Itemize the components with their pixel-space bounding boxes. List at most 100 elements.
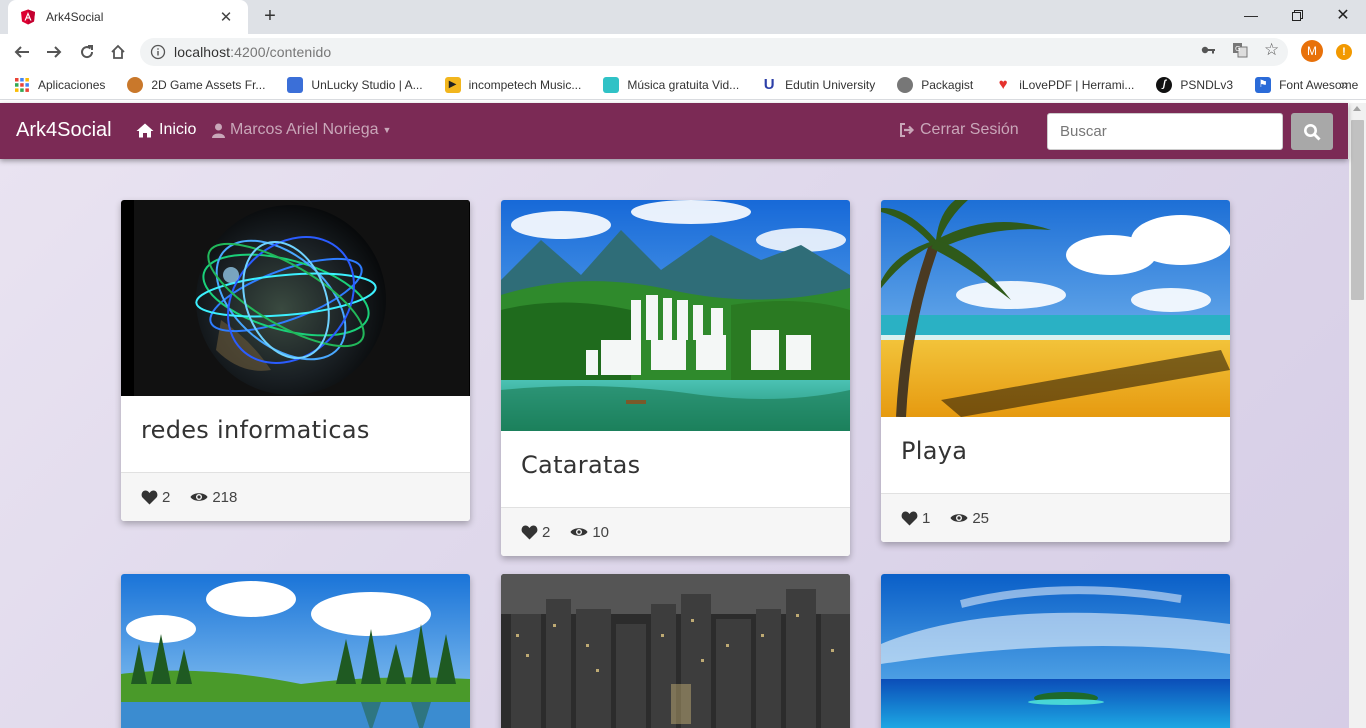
heart-icon bbox=[521, 525, 538, 539]
new-tab-icon[interactable]: + bbox=[258, 4, 282, 28]
back-icon[interactable] bbox=[10, 40, 34, 64]
post-image-waterfalls bbox=[501, 200, 850, 431]
post-footer: 1 25 bbox=[881, 493, 1230, 542]
post-card[interactable]: Playa 1 25 bbox=[881, 200, 1230, 542]
bookmark-label: UnLucky Studio | A... bbox=[311, 77, 423, 92]
star-icon[interactable]: ☆ bbox=[1264, 40, 1279, 60]
post-image-city-night bbox=[501, 574, 850, 728]
post-body: redes informaticas bbox=[121, 396, 470, 472]
post-body: Cataratas bbox=[501, 431, 850, 507]
bookmark-label: iLovePDF | Herrami... bbox=[1019, 77, 1135, 92]
scroll-up-icon[interactable] bbox=[1353, 106, 1361, 111]
views-stat: 218 bbox=[190, 489, 237, 506]
close-window-icon[interactable]: ✕ bbox=[1320, 0, 1366, 30]
symfony-icon: ʃ bbox=[1156, 76, 1173, 93]
page-scrollbar[interactable] bbox=[1349, 103, 1366, 728]
key-icon[interactable] bbox=[1200, 42, 1216, 61]
post-image-tropical-island bbox=[881, 574, 1230, 728]
sign-out-icon bbox=[900, 123, 915, 137]
post-title[interactable]: redes informaticas bbox=[141, 416, 450, 444]
likes-count: 2 bbox=[542, 523, 551, 541]
translate-icon[interactable]: G bbox=[1232, 42, 1248, 61]
post-body: Playa bbox=[881, 417, 1230, 493]
bookmark-item[interactable]: Música gratuita Vid... bbox=[603, 76, 740, 93]
bookmark-item[interactable]: Packagist bbox=[897, 76, 973, 93]
bookmark-item[interactable]: ♥ iLovePDF | Herrami... bbox=[995, 76, 1135, 93]
bookmark-item[interactable]: UnLucky Studio | A... bbox=[287, 76, 423, 93]
bookmark-item[interactable]: Aplicaciones bbox=[14, 77, 105, 93]
close-tab-icon[interactable]: ✕ bbox=[216, 8, 236, 26]
likes-stat[interactable]: 2 bbox=[141, 489, 170, 506]
play-icon: ▶ bbox=[444, 76, 461, 93]
profile-avatar[interactable]: M bbox=[1301, 40, 1323, 62]
views-stat: 25 bbox=[950, 510, 989, 527]
edutin-icon: U bbox=[763, 76, 775, 93]
bookmark-label: Edutin University bbox=[785, 77, 876, 92]
apps-grid-icon bbox=[15, 77, 29, 92]
restore-icon[interactable] bbox=[1274, 0, 1320, 30]
post-image-lake-forest bbox=[121, 574, 470, 728]
views-count: 218 bbox=[212, 488, 238, 506]
post-card[interactable] bbox=[501, 574, 850, 728]
likes-count: 1 bbox=[922, 509, 931, 527]
heart-icon bbox=[901, 511, 918, 525]
home-icon[interactable] bbox=[106, 40, 130, 64]
search-button[interactable] bbox=[1291, 113, 1333, 150]
scroll-thumb[interactable] bbox=[1351, 120, 1364, 300]
url-text: localhost:4200/contenido bbox=[174, 44, 332, 60]
reload-icon[interactable] bbox=[75, 40, 99, 64]
update-icon[interactable]: ! bbox=[1336, 44, 1352, 60]
unlucky-studio-icon bbox=[287, 76, 304, 93]
nav-logout[interactable]: Cerrar Sesión bbox=[899, 121, 1019, 139]
nav-home[interactable]: Inicio bbox=[136, 121, 196, 139]
bookmark-item[interactable]: ʃ PSNDLv3 bbox=[1156, 76, 1234, 93]
post-image-beach bbox=[881, 200, 1230, 417]
packagist-icon bbox=[897, 76, 914, 93]
bookmark-item[interactable]: 2D Game Assets Fr... bbox=[127, 76, 265, 93]
app-navbar: Ark4Social Inicio Marcos Ariel Noriega ▼… bbox=[0, 103, 1348, 159]
user-icon bbox=[212, 123, 225, 138]
views-stat: 10 bbox=[570, 524, 609, 541]
likes-stat[interactable]: 1 bbox=[901, 510, 930, 527]
nav-user-dropdown[interactable]: Marcos Ariel Noriega ▼ bbox=[212, 121, 391, 139]
music-icon bbox=[603, 76, 620, 93]
bookmark-item[interactable]: U Edutin University bbox=[761, 76, 876, 93]
info-icon[interactable] bbox=[150, 44, 166, 60]
post-card[interactable]: redes informaticas 2 218 bbox=[121, 200, 470, 521]
forward-icon[interactable] bbox=[42, 40, 66, 64]
nav-home-label: Inicio bbox=[159, 121, 197, 138]
post-title[interactable]: Cataratas bbox=[521, 451, 830, 479]
flag-icon: ⚑ bbox=[1255, 76, 1272, 93]
bookmark-label: Aplicaciones bbox=[38, 77, 106, 92]
views-count: 25 bbox=[972, 509, 990, 527]
views-count: 10 bbox=[592, 523, 610, 541]
bookmark-label: PSNDLv3 bbox=[1180, 77, 1234, 92]
browser-toolbar: localhost:4200/contenido G ☆ M ! bbox=[0, 34, 1366, 70]
brand[interactable]: Ark4Social bbox=[16, 119, 112, 142]
minimize-icon[interactable]: — bbox=[1228, 0, 1274, 30]
content-area: redes informaticas 2 218 Cataratas 2 10 … bbox=[0, 159, 1349, 728]
caret-down-icon: ▼ bbox=[382, 125, 392, 135]
post-card[interactable] bbox=[121, 574, 470, 728]
nav-logout-label: Cerrar Sesión bbox=[920, 121, 1019, 138]
address-bar[interactable]: localhost:4200/contenido G ☆ bbox=[140, 38, 1288, 66]
likes-stat[interactable]: 2 bbox=[521, 524, 550, 541]
bookmark-item[interactable]: ▶ incompetech Music... bbox=[444, 76, 582, 93]
browser-tab[interactable]: Ark4Social ✕ bbox=[8, 0, 248, 34]
post-footer: 2 218 bbox=[121, 472, 470, 521]
bookmarks-bar: Aplicaciones 2D Game Assets Fr... UnLuck… bbox=[0, 70, 1366, 100]
post-title[interactable]: Playa bbox=[901, 437, 1210, 465]
ilovepdf-icon: ♥ bbox=[998, 76, 1008, 93]
angular-icon bbox=[21, 9, 35, 25]
heart-icon bbox=[141, 490, 158, 504]
eye-icon bbox=[190, 493, 208, 501]
post-card[interactable]: Cataratas 2 10 bbox=[501, 200, 850, 556]
more-bookmarks-icon[interactable]: » bbox=[1340, 76, 1348, 92]
post-card[interactable] bbox=[881, 574, 1230, 728]
bookmark-label: incompetech Music... bbox=[468, 77, 582, 92]
likes-count: 2 bbox=[162, 488, 171, 506]
search-input[interactable] bbox=[1047, 113, 1283, 150]
home-icon bbox=[136, 123, 154, 137]
nav-user-label: Marcos Ariel Noriega bbox=[230, 121, 379, 138]
bookmark-label: Música gratuita Vid... bbox=[627, 77, 740, 92]
